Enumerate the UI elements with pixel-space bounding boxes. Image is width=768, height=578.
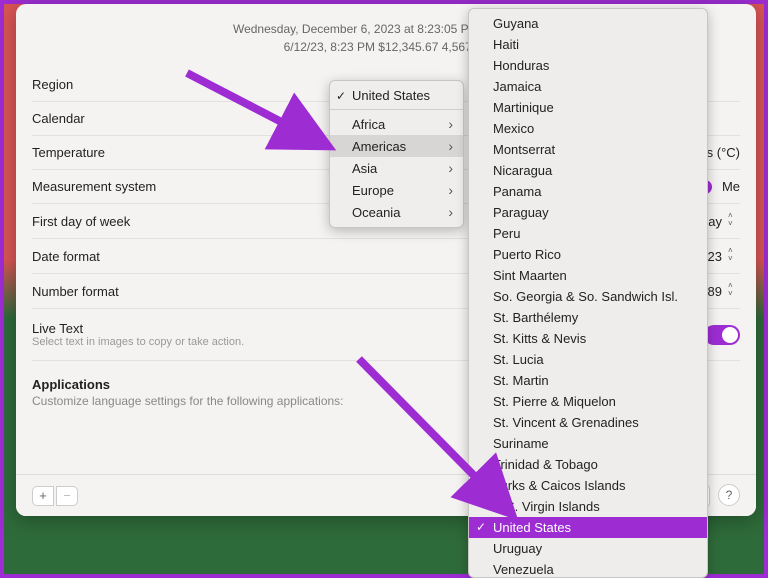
country-item[interactable]: Paraguay — [469, 202, 707, 223]
country-label: Paraguay — [493, 205, 549, 220]
country-label: Mexico — [493, 121, 534, 136]
country-label: Peru — [493, 226, 520, 241]
country-label: Suriname — [493, 436, 549, 451]
stepper-icon[interactable]: ˄˅ — [728, 248, 740, 264]
sub-live-text: Select text in images to copy or take ac… — [32, 336, 244, 348]
country-label: Nicaragua — [493, 163, 552, 178]
label-live-text: Live Text — [32, 321, 244, 336]
country-item[interactable]: Nicaragua — [469, 160, 707, 181]
country-label: Puerto Rico — [493, 247, 561, 262]
country-item[interactable]: St. Vincent & Grenadines — [469, 412, 707, 433]
check-icon: ✓ — [336, 89, 346, 103]
continent-oceania[interactable]: Oceania — [330, 201, 463, 223]
label-date-format: Date format — [32, 249, 100, 264]
add-button[interactable]: + — [32, 486, 54, 506]
stepper-icon[interactable]: ˄˅ — [728, 283, 740, 299]
label-measurement: Measurement system — [32, 179, 156, 194]
country-item[interactable]: Panama — [469, 181, 707, 202]
country-item[interactable]: So. Georgia & So. Sandwich Isl. — [469, 286, 707, 307]
country-item[interactable]: Sint Maarten — [469, 265, 707, 286]
country-label: Montserrat — [493, 142, 555, 157]
country-label: Honduras — [493, 58, 549, 73]
continent-asia[interactable]: Asia — [330, 157, 463, 179]
country-label: St. Martin — [493, 373, 549, 388]
remove-button[interactable]: − — [56, 486, 78, 506]
region-selected-item[interactable]: ✓ United States — [330, 85, 463, 106]
country-item[interactable]: Montserrat — [469, 139, 707, 160]
country-label: Panama — [493, 184, 541, 199]
country-item[interactable]: St. Kitts & Nevis — [469, 328, 707, 349]
country-item[interactable]: Peru — [469, 223, 707, 244]
label-region: Region — [32, 77, 73, 92]
country-item[interactable]: St. Lucia — [469, 349, 707, 370]
label-first-day: First day of week — [32, 214, 130, 229]
country-label: Martinique — [493, 100, 554, 115]
country-item[interactable]: St. Pierre & Miquelon — [469, 391, 707, 412]
continent-africa[interactable]: Africa — [330, 113, 463, 135]
country-item[interactable]: Puerto Rico — [469, 244, 707, 265]
countries-submenu[interactable]: Guyana Haiti Honduras Jamaica Martinique Mexi… — [468, 8, 708, 578]
continent-europe[interactable]: Europe — [330, 179, 463, 201]
continent-americas[interactable]: Americas — [330, 135, 463, 157]
country-item[interactable]: Guyana — [469, 13, 707, 34]
region-dropdown[interactable]: ✓ United States Africa Americas Asia Eur… — [329, 80, 464, 228]
country-item[interactable]: Honduras — [469, 55, 707, 76]
country-item[interactable]: Jamaica — [469, 76, 707, 97]
country-item[interactable]: ✓ United States — [469, 517, 707, 538]
country-label: U.S. Virgin Islands — [493, 499, 600, 514]
label-number-format: Number format — [32, 284, 119, 299]
country-item[interactable]: Trinidad & Tobago — [469, 454, 707, 475]
menu-separator — [330, 109, 463, 110]
country-item[interactable]: Suriname — [469, 433, 707, 454]
check-icon: ✓ — [476, 520, 486, 534]
country-label: St. Barthélemy — [493, 310, 578, 325]
country-item[interactable]: Haiti — [469, 34, 707, 55]
country-label: Turks & Caicos Islands — [493, 478, 625, 493]
region-selected-label: United States — [352, 88, 430, 103]
country-label: St. Lucia — [493, 352, 544, 367]
toggle-live-text[interactable] — [704, 325, 740, 345]
country-label: St. Kitts & Nevis — [493, 331, 586, 346]
label-temperature: Temperature — [32, 145, 105, 160]
country-item[interactable]: Martinique — [469, 97, 707, 118]
country-label: Venezuela — [493, 562, 554, 577]
country-item[interactable]: St. Martin — [469, 370, 707, 391]
help-button[interactable]: ? — [718, 484, 740, 506]
country-item[interactable]: St. Barthélemy — [469, 307, 707, 328]
country-label: Trinidad & Tobago — [493, 457, 598, 472]
country-label: United States — [493, 520, 571, 535]
country-label: Haiti — [493, 37, 519, 52]
country-label: Uruguay — [493, 541, 542, 556]
country-label: Jamaica — [493, 79, 541, 94]
value-measurement: Me — [722, 179, 740, 194]
country-item[interactable]: U.S. Virgin Islands — [469, 496, 707, 517]
country-label: So. Georgia & So. Sandwich Isl. — [493, 289, 678, 304]
country-item[interactable]: Venezuela — [469, 559, 707, 578]
country-label: Guyana — [493, 16, 539, 31]
label-calendar: Calendar — [32, 111, 85, 126]
country-label: St. Pierre & Miquelon — [493, 394, 616, 409]
country-item[interactable]: Uruguay — [469, 538, 707, 559]
country-item[interactable]: Turks & Caicos Islands — [469, 475, 707, 496]
country-label: St. Vincent & Grenadines — [493, 415, 639, 430]
country-label: Sint Maarten — [493, 268, 567, 283]
country-item[interactable]: Mexico — [469, 118, 707, 139]
stepper-icon[interactable]: ˄˅ — [728, 213, 740, 229]
